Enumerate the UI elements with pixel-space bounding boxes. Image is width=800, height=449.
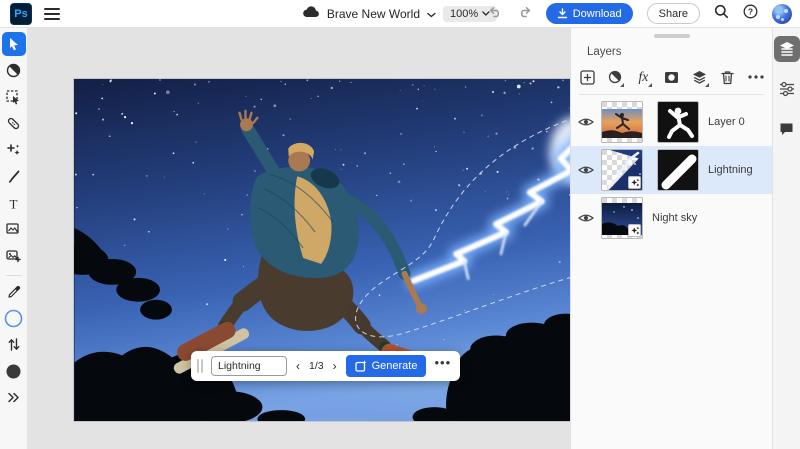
swap-arrows-icon <box>8 337 20 352</box>
adjustment-button[interactable] <box>607 67 623 87</box>
generated-badge-icon <box>628 224 641 237</box>
layers-panel-title: Layers <box>587 46 622 58</box>
layer-thumbnail[interactable] <box>601 149 643 191</box>
mask-icon <box>664 71 679 84</box>
delete-layer-button[interactable] <box>720 67 736 87</box>
layer-row-nightsky[interactable]: Night sky <box>571 194 772 242</box>
generate-icon <box>355 360 367 372</box>
layer-row-layer0[interactable]: Layer 0 <box>571 98 772 146</box>
bandaid-icon <box>6 116 21 131</box>
prompt-more-options-button[interactable]: ••• <box>434 360 451 373</box>
color-swatch-icon <box>5 363 22 380</box>
tools-sidebar: T <box>0 28 28 449</box>
cloud-sync-icon <box>303 5 320 23</box>
user-avatar[interactable] <box>772 4 792 24</box>
type-icon: T <box>7 197 20 210</box>
comments-panel-tab[interactable] <box>774 116 800 142</box>
layer-name: Night sky <box>652 212 697 224</box>
previous-variation-button[interactable]: ‹ <box>295 360 301 372</box>
redo-icon[interactable] <box>517 5 532 23</box>
layer-list: Layer 0 <box>571 98 772 242</box>
help-icon[interactable]: ? <box>743 4 758 24</box>
eyedropper-tool[interactable] <box>2 280 26 304</box>
visibility-eye-icon[interactable] <box>571 116 601 128</box>
ellipsis-icon <box>748 75 764 79</box>
canvas-workspace <box>28 28 570 449</box>
download-button[interactable]: Download <box>546 3 633 24</box>
layer-thumbnail[interactable] <box>601 197 643 239</box>
trash-icon <box>721 70 734 85</box>
comment-icon <box>779 122 794 136</box>
variation-counter: 1/3 <box>309 360 324 372</box>
toolbar-divider <box>6 275 22 276</box>
swap-colors-control[interactable] <box>2 333 26 357</box>
visibility-eye-icon[interactable] <box>571 164 601 176</box>
generate-button[interactable]: Generate <box>346 355 427 377</box>
add-photo-icon <box>6 249 21 263</box>
download-icon <box>557 8 568 19</box>
move-tool[interactable] <box>2 32 26 56</box>
layers-more-options-button[interactable] <box>748 67 764 87</box>
next-variation-button[interactable]: › <box>332 360 338 372</box>
circle-outline-icon <box>4 309 23 328</box>
hamburger-menu-icon[interactable] <box>44 8 60 20</box>
photoshop-web-app: Ps Brave New World 100% <box>0 0 800 449</box>
layer-name: Layer 0 <box>708 116 745 128</box>
add-layer-icon <box>580 70 595 85</box>
add-layer-button[interactable] <box>579 67 595 87</box>
layers-panel-toolbar: fx <box>579 62 764 92</box>
image-tool[interactable] <box>2 218 26 242</box>
layers-panel-tab[interactable] <box>774 36 800 62</box>
document-title[interactable]: Brave New World <box>327 7 420 21</box>
generative-prompt-bar: ‹ 1/3 › Generate ••• <box>191 351 460 381</box>
layer-name: Lightning <box>708 164 753 176</box>
undo-icon[interactable] <box>488 5 503 23</box>
visibility-eye-icon[interactable] <box>571 212 601 224</box>
healing-brush-tool[interactable] <box>2 112 26 136</box>
sliders-icon <box>779 81 795 97</box>
photoshop-logo: Ps <box>10 3 32 25</box>
add-mask-button[interactable] <box>663 67 679 87</box>
layer-group-button[interactable] <box>692 67 708 87</box>
layer-row-lightning[interactable]: Lightning <box>571 146 772 194</box>
svg-text:T: T <box>10 197 18 210</box>
remove-tool[interactable] <box>2 138 26 162</box>
layer-effects-button[interactable]: fx <box>635 67 651 87</box>
panel-drag-handle[interactable] <box>654 34 690 38</box>
layer-mask-thumbnail[interactable] <box>657 101 699 143</box>
select-subject-icon <box>6 90 21 105</box>
brush-icon <box>7 170 21 184</box>
zoom-value: 100% <box>450 8 478 20</box>
document-menu-chevron-icon[interactable] <box>427 5 436 23</box>
object-selection-tool[interactable] <box>2 85 26 109</box>
layer-mask-thumbnail[interactable] <box>657 149 699 191</box>
brush-size-indicator[interactable] <box>2 306 26 330</box>
move-cursor-icon <box>8 37 20 51</box>
half-circle-icon <box>6 63 21 78</box>
double-chevron-icon <box>7 392 20 403</box>
generated-badge-icon <box>628 176 641 189</box>
search-icon[interactable] <box>714 4 729 24</box>
magic-remove-icon <box>6 143 21 158</box>
layers-panel-icon <box>779 41 795 57</box>
eyedropper-icon <box>7 285 21 299</box>
brush-tool[interactable] <box>2 165 26 189</box>
adjustments-panel-tab[interactable] <box>774 76 800 102</box>
panel-divider <box>579 94 764 95</box>
panel-rail <box>772 28 800 449</box>
type-tool[interactable]: T <box>2 191 26 215</box>
add-image-tool[interactable] <box>2 244 26 268</box>
tonal-adjust-tool[interactable] <box>2 59 26 83</box>
layers-panel: Layers fx <box>570 28 772 449</box>
top-bar: Ps Brave New World 100% <box>0 0 800 28</box>
layer-thumbnail[interactable] <box>601 101 643 143</box>
image-edit-icon <box>6 223 21 236</box>
prompt-bar-drag-handle[interactable] <box>197 359 203 373</box>
prompt-input[interactable] <box>211 356 287 376</box>
share-button[interactable]: Share <box>647 3 700 24</box>
foreground-color-swatch[interactable] <box>2 359 26 383</box>
svg-text:?: ? <box>748 6 753 16</box>
more-tools-button[interactable] <box>2 386 26 410</box>
